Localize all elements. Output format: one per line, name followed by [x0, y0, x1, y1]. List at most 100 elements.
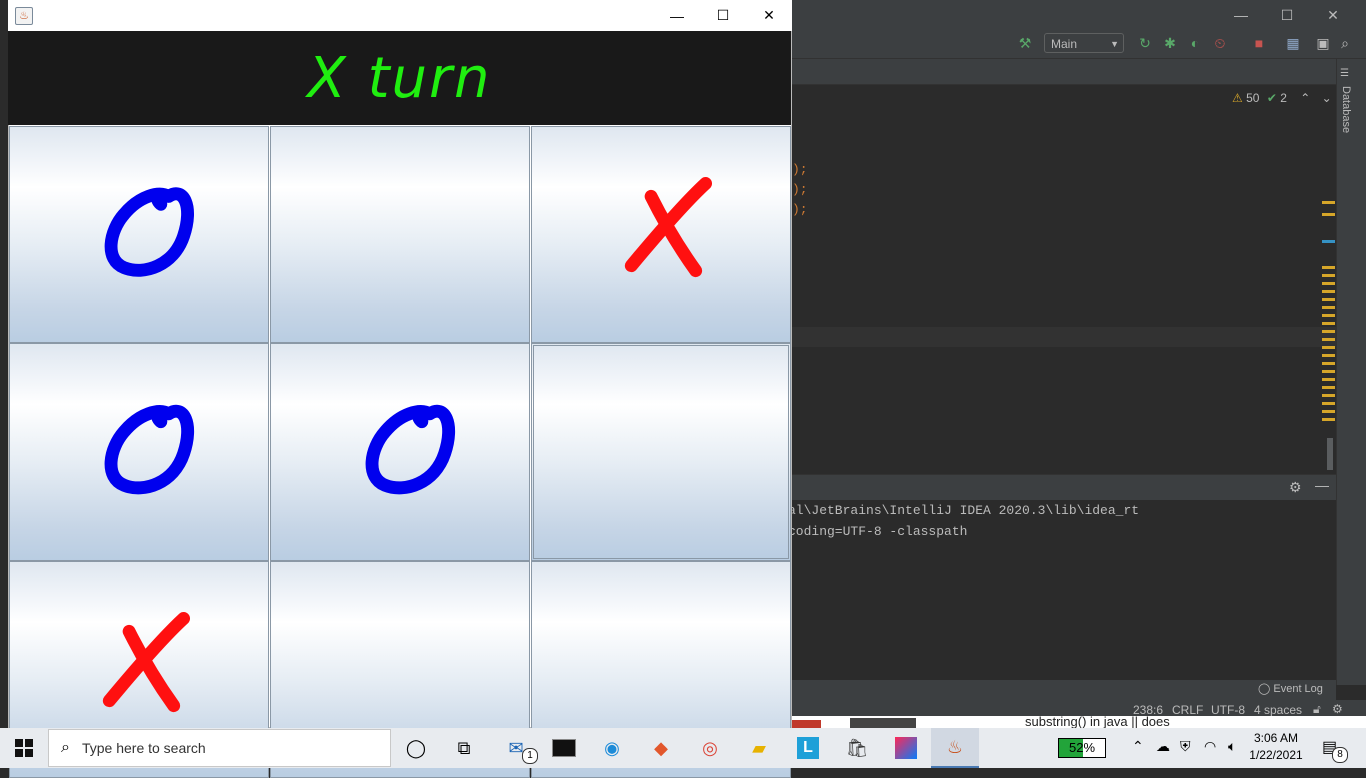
weak-warning-count: 2 [1280, 91, 1287, 105]
error-stripe-markers[interactable] [1322, 266, 1335, 426]
chevron-down-icon: ▼ [1110, 39, 1119, 49]
build-hammer-icon[interactable]: ⚒ [1016, 34, 1034, 52]
show-hidden-icons[interactable]: ⌃ [1132, 738, 1144, 755]
error-stripe-marker[interactable] [1322, 201, 1335, 204]
windows-logo-icon [15, 739, 33, 757]
run-config-label: Main [1051, 37, 1078, 51]
task-view-icon[interactable]: ⧉ [440, 728, 488, 768]
git-tool-icon[interactable]: ◆ [637, 728, 685, 768]
chrome-browser-icon[interactable]: ◎ [686, 728, 734, 768]
onedrive-icon[interactable]: ☁ [1156, 738, 1170, 755]
turn-label: X turn [307, 45, 492, 111]
board-cell-1-2[interactable] [531, 343, 791, 561]
ide-minimize-button[interactable]: — [1218, 0, 1264, 30]
browser-text: substring() in java || does [1025, 716, 1170, 728]
mail-app-icon[interactable]: ✉ 1 [492, 728, 540, 768]
wifi-icon[interactable]: ◠ [1204, 738, 1216, 755]
inspector-icon[interactable]: ⚙ [1332, 702, 1343, 716]
inspection-widget[interactable]: ⚠ 50 ✔ 2 ⌃ ⌄ [1232, 91, 1332, 105]
debug-icon[interactable]: ✱ [1161, 34, 1179, 52]
intellij-idea-icon[interactable] [882, 728, 930, 768]
ide-maximize-button[interactable]: ☐ [1264, 0, 1310, 30]
board-cell-0-1[interactable] [270, 126, 530, 343]
x-mark [624, 177, 713, 278]
browser-fragment [792, 720, 821, 728]
mail-badge: 1 [522, 748, 538, 764]
notification-count: 8 [1332, 747, 1348, 763]
editor-scrollbar-thumb[interactable] [1327, 438, 1333, 470]
code-fragment: ); [792, 202, 808, 217]
search-placeholder: Type here to search [81, 740, 206, 756]
code-fragment: ); [792, 182, 808, 197]
hide-panel-icon[interactable]: — [1315, 477, 1329, 493]
o-mark [365, 404, 455, 495]
run-panel-header [792, 474, 1336, 501]
error-stripe-marker[interactable] [1322, 240, 1335, 243]
database-icon[interactable]: ☰ [1340, 68, 1350, 80]
notification-center-icon[interactable]: ▤ 8 [1322, 737, 1348, 763]
code-fragment: ); [792, 162, 808, 177]
file-encoding[interactable]: UTF-8 [1211, 703, 1245, 717]
chevron-down-icon[interactable]: ⌄ [1322, 91, 1332, 105]
board-cell-1-0[interactable] [9, 343, 269, 561]
java-app-taskbar-icon[interactable]: ♨ [931, 728, 979, 768]
security-icon[interactable]: ⛨ [1180, 738, 1191, 755]
console-line: coding=UTF-8 -classpath [788, 524, 968, 539]
database-tool-tab[interactable]: Database [1336, 86, 1352, 133]
turn-banner: X turn [8, 31, 791, 125]
system-clock[interactable]: 3:06 AM 1/22/2021 [1244, 730, 1308, 766]
battery-indicator[interactable]: 52% [1058, 738, 1106, 758]
profile-icon[interactable]: ⏲ [1211, 34, 1229, 52]
start-button[interactable] [0, 728, 48, 768]
warning-count: 50 [1246, 91, 1260, 105]
o-mark [104, 404, 194, 495]
minimize-button[interactable]: — [654, 0, 700, 31]
o-mark [104, 187, 194, 277]
board-cell-1-1[interactable] [270, 343, 530, 561]
app-l-icon[interactable]: L [784, 728, 832, 768]
error-stripe-marker[interactable] [1322, 213, 1335, 216]
search-icon: ⌕ [61, 739, 70, 756]
file-explorer-icon[interactable]: ▰ [735, 728, 783, 768]
browser-fragment [850, 718, 916, 728]
tool-window-bar [792, 680, 1336, 700]
store-icon[interactable]: 🛍︎ [833, 728, 881, 768]
search-everywhere-icon[interactable]: ⌕ [1336, 34, 1354, 52]
warning-icon: ⚠ [1232, 91, 1243, 105]
run-config-select[interactable]: Main ▼ [1044, 33, 1124, 53]
line-separator[interactable]: CRLF [1172, 703, 1203, 717]
clock-date: 1/22/2021 [1249, 748, 1303, 762]
lock-icon[interactable]: 🔓︎ [1313, 702, 1321, 717]
clock-time: 3:06 AM [1253, 731, 1299, 745]
check-icon: ✔ [1266, 91, 1277, 105]
ide-close-button[interactable]: ✕ [1310, 0, 1356, 30]
close-button[interactable]: ✕ [746, 0, 792, 31]
right-tool-strip [1336, 59, 1366, 685]
console-line: al\JetBrains\IntelliJ IDEA 2020.3\lib\id… [788, 503, 1140, 518]
coverage-icon[interactable]: ◐ [1186, 34, 1204, 52]
chevron-up-icon[interactable]: ⌃ [1300, 91, 1310, 105]
stop-icon[interactable]: ■ [1250, 34, 1268, 52]
event-log-label: Event Log [1273, 683, 1323, 695]
gear-icon[interactable]: ⚙ [1289, 479, 1302, 496]
maximize-button[interactable]: ☐ [700, 0, 746, 31]
background-browser: substring() in java || does [792, 716, 1366, 728]
terminal-window-icon[interactable]: ▣ [1314, 34, 1332, 52]
volume-icon[interactable]: 🔈︎ [1228, 738, 1236, 755]
rerun-icon[interactable]: ↻ [1136, 34, 1154, 52]
edge-browser-icon[interactable]: ◉ [588, 728, 636, 768]
board-cell-0-2[interactable] [531, 126, 791, 343]
cortana-icon[interactable]: ◯ [392, 728, 440, 768]
taskbar-search-box[interactable]: ⌕ Type here to search [48, 729, 391, 767]
project-structure-icon[interactable]: ▦ [1284, 34, 1302, 52]
event-log-icon: ◯ [1258, 683, 1271, 695]
java-app-icon[interactable]: ♨ [15, 7, 33, 25]
indent-setting[interactable]: 4 spaces [1254, 703, 1302, 717]
command-prompt-icon[interactable] [540, 728, 588, 768]
event-log-button[interactable]: ◯ Event Log [1258, 682, 1323, 695]
current-line-highlight [792, 327, 1336, 347]
board-cell-0-0[interactable] [9, 126, 269, 343]
cursor-position[interactable]: 238:6 [1133, 703, 1163, 717]
code-editor[interactable] [792, 85, 1336, 473]
editor-tabs [792, 59, 1336, 85]
